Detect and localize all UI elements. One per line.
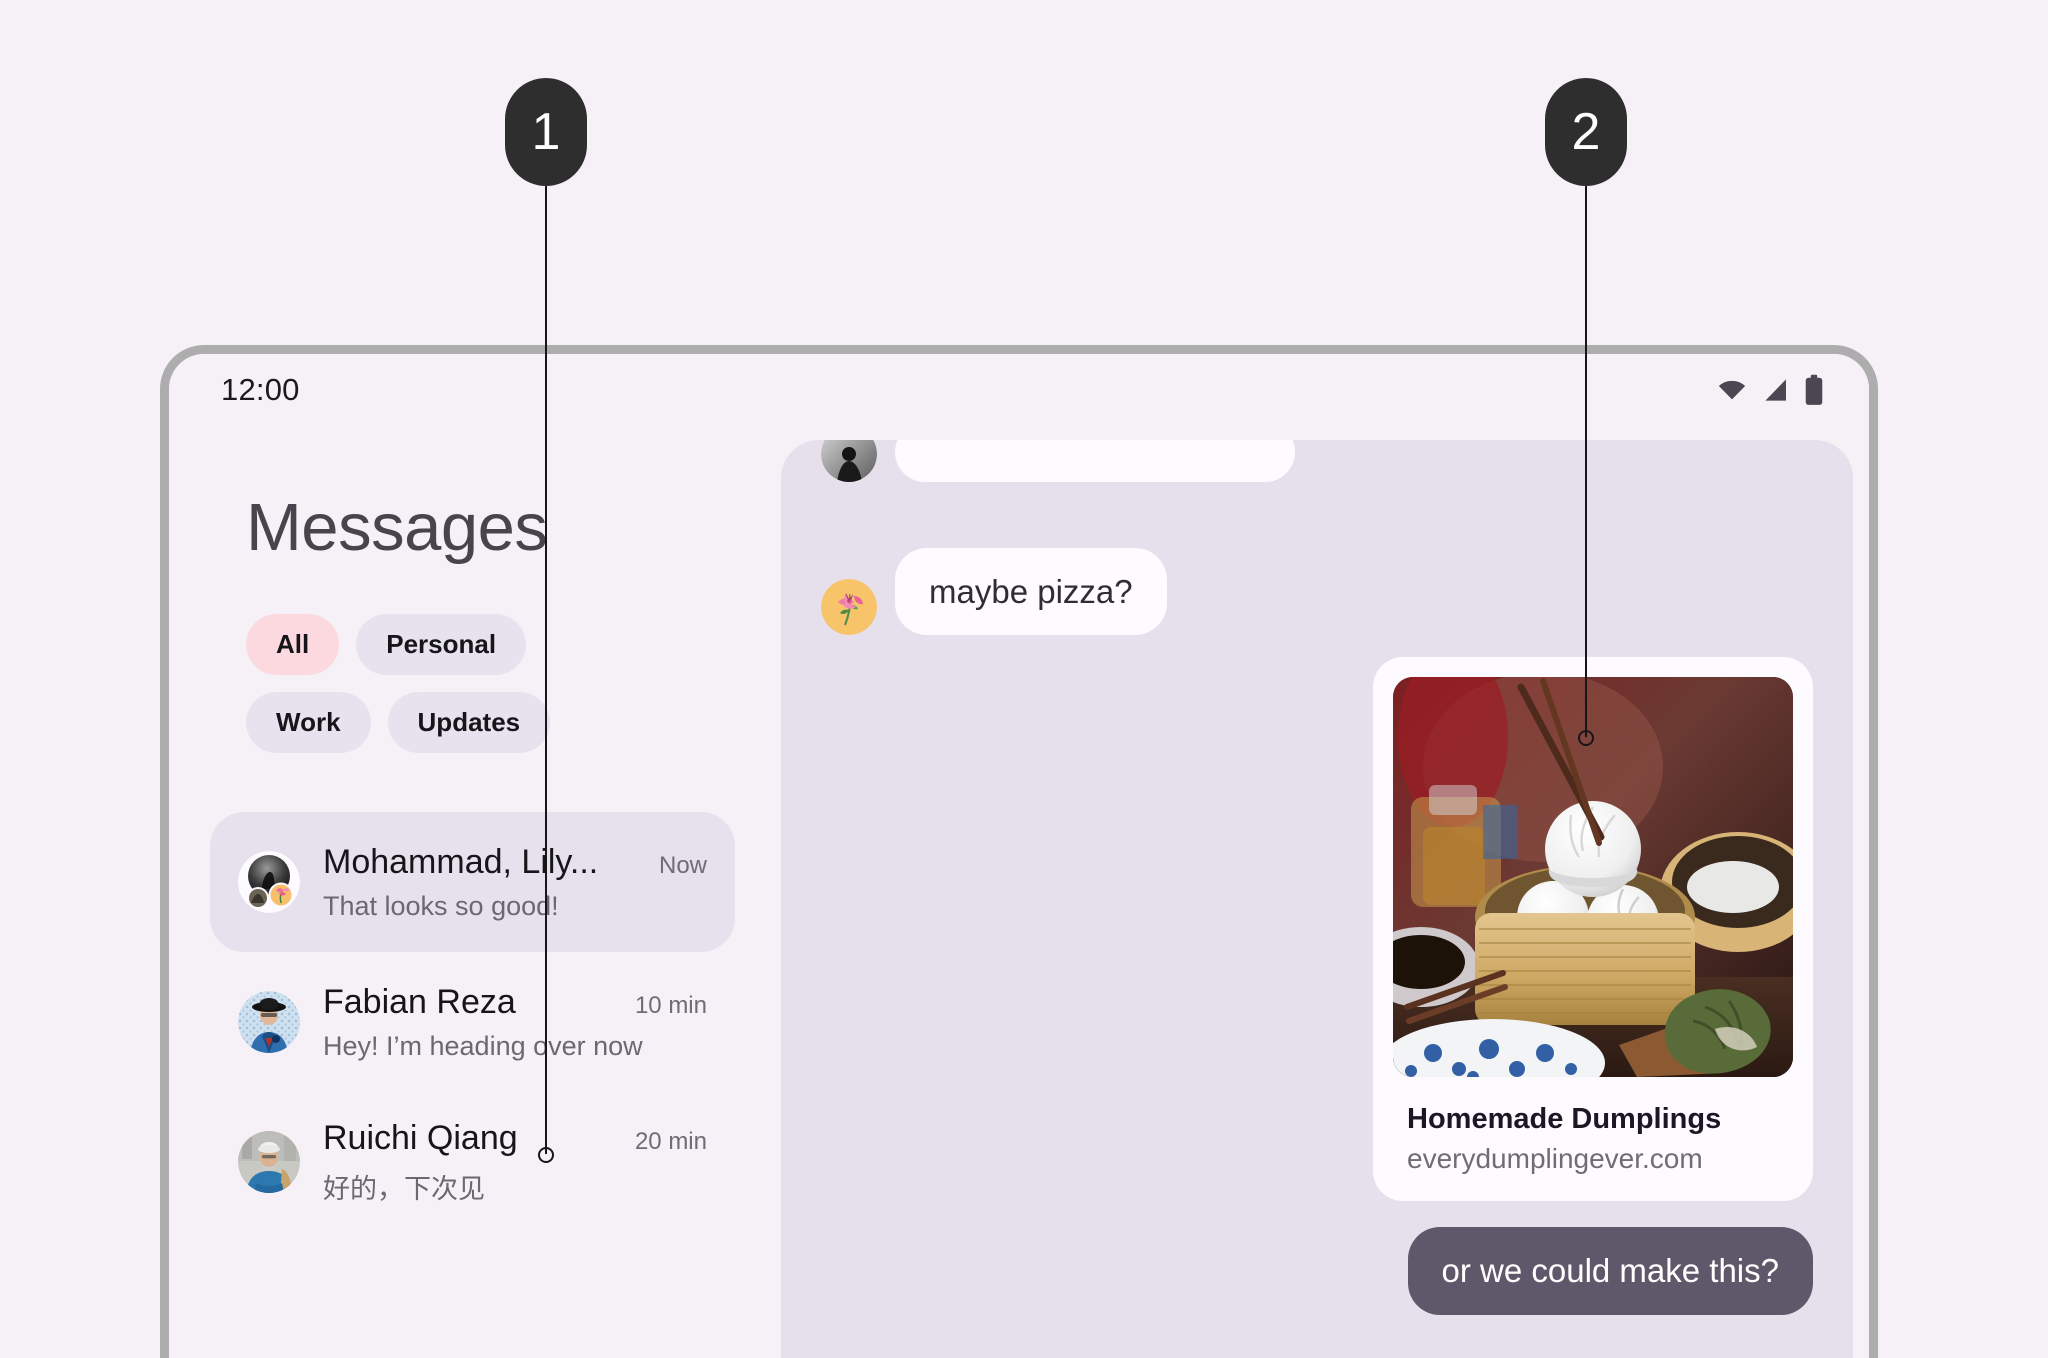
device-frame: 12:00 Messages All Personal Work Updates… xyxy=(160,345,1878,1358)
person-cap-avatar-art xyxy=(238,1131,300,1194)
conversation-list: Mohammad, Lily... Now That looks so good… xyxy=(210,812,735,1232)
conversation-timestamp: Now xyxy=(658,851,707,879)
conversation-name: Mohammad, Lily... xyxy=(323,842,599,881)
status-bar-time: 12:00 xyxy=(221,372,300,407)
message-thread: maybe pizza? Homemade Dumplings everydum… xyxy=(781,440,1853,1358)
dumpling-steamer-photo xyxy=(1393,677,1793,1078)
conversation-text: Fabian Reza 10 min Hey! I’m heading over… xyxy=(323,983,707,1062)
device-screen: 12:00 Messages All Personal Work Updates… xyxy=(169,354,1869,1358)
filter-chip-updates[interactable]: Updates xyxy=(387,692,551,754)
link-preview-url: everydumplingever.com xyxy=(1407,1143,1703,1175)
conversation-preview: That looks so good! xyxy=(323,890,559,921)
page-title: Messages xyxy=(246,490,548,565)
status-bar-icons xyxy=(1715,374,1825,406)
annotation-2-badge: 2 xyxy=(1545,78,1627,186)
conversation-text: Mohammad, Lily... Now That looks so good… xyxy=(323,843,707,922)
person-hat-avatar xyxy=(238,991,300,1054)
conversation-name: Ruichi Qiang xyxy=(323,1118,518,1157)
conversation-list-pane: Messages All Personal Work Updates Moham… xyxy=(169,426,769,1358)
conversation-preview: Hey! I’m heading over now xyxy=(323,1030,643,1061)
chat-surface: maybe pizza? Homemade Dumplings everydum… xyxy=(781,440,1853,1358)
wifi-icon xyxy=(1718,380,1746,400)
conversation-row-ruichi-qiang[interactable]: Ruichi Qiang 20 min 好的，下次见 xyxy=(210,1092,735,1232)
message-bubble-maybe-pizza[interactable]: maybe pizza? xyxy=(895,548,1167,636)
filter-chip-personal[interactable]: Personal xyxy=(356,614,527,676)
person-hat-avatar-art xyxy=(238,991,300,1054)
conversation-header-row: Ruichi Qiang 20 min xyxy=(323,1119,707,1158)
person-cap-avatar xyxy=(238,1131,300,1194)
conversation-header-row: Mohammad, Lily... Now xyxy=(323,843,707,882)
conversation-header-row: Fabian Reza 10 min xyxy=(323,983,707,1022)
message-row-partial xyxy=(821,440,1295,482)
filter-chip-all[interactable]: All xyxy=(246,614,340,676)
group-avatar xyxy=(238,851,300,914)
screenshot-root: 12:00 Messages All Personal Work Updates… xyxy=(0,0,2048,1358)
status-bar: 12:00 xyxy=(169,354,1869,426)
link-preview-image[interactable] xyxy=(1393,677,1793,1078)
conversation-row-mohammad-lily[interactable]: Mohammad, Lily... Now That looks so good… xyxy=(210,812,735,953)
flower-avatar-art xyxy=(821,579,877,636)
conversation-text: Ruichi Qiang 20 min 好的，下次见 xyxy=(323,1119,707,1206)
battery-icon xyxy=(1805,374,1823,405)
chat-pane: maybe pizza? Homemade Dumplings everydum… xyxy=(769,426,1869,1358)
filter-chip-group: All Personal Work Updates xyxy=(246,614,556,754)
filter-chip-work[interactable]: Work xyxy=(246,692,371,754)
person-silhouette-avatar xyxy=(821,440,877,482)
conversation-timestamp: 10 min xyxy=(634,991,707,1019)
message-row-maybe-pizza: maybe pizza? xyxy=(821,548,1813,636)
link-preview-title: Homemade Dumplings xyxy=(1407,1103,1722,1136)
message-bubble-partial[interactable] xyxy=(895,440,1295,482)
conversation-name: Fabian Reza xyxy=(323,982,516,1021)
message-bubble-outgoing[interactable]: or we could make this? xyxy=(1407,1227,1813,1315)
conversation-timestamp: 20 min xyxy=(634,1127,707,1155)
conversation-row-fabian-reza[interactable]: Fabian Reza 10 min Hey! I’m heading over… xyxy=(210,952,735,1092)
message-row-link-card: Homemade Dumplings everydumplingever.com xyxy=(821,657,1813,1202)
conversation-preview: 好的，下次见 xyxy=(323,1173,485,1204)
panes: Messages All Personal Work Updates Moham… xyxy=(169,426,1869,1358)
person-silhouette-avatar-art xyxy=(821,440,877,482)
message-row-or-we-could-make-this: or we could make this? xyxy=(821,1227,1813,1315)
flower-avatar xyxy=(821,579,877,636)
cell-signal-icon xyxy=(1765,379,1786,401)
annotation-1-badge: 1 xyxy=(505,78,587,186)
group-avatar-art xyxy=(238,851,300,914)
link-preview-card[interactable]: Homemade Dumplings everydumplingever.com xyxy=(1373,657,1813,1202)
